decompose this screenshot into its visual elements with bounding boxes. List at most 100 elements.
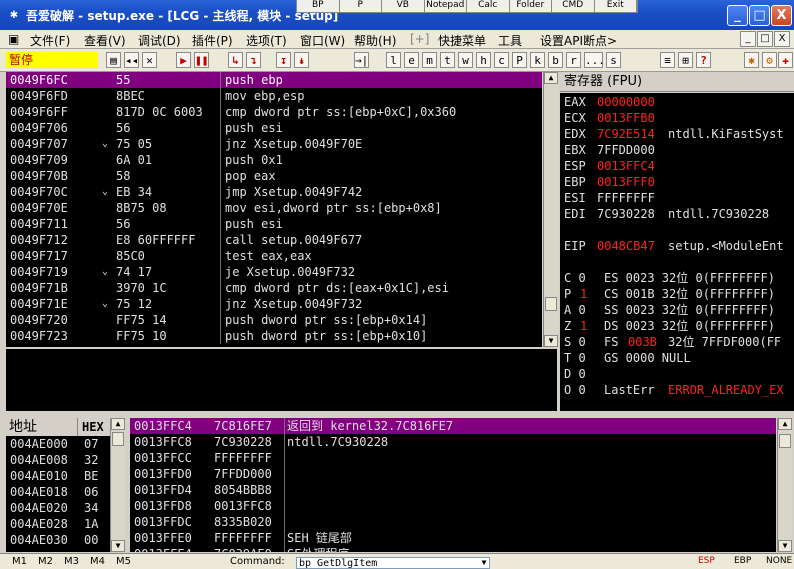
stack-row[interactable]: 0013FFD8 0013FFC8 [130,498,776,514]
quick-bp[interactable]: BP [297,0,340,12]
menu-debug[interactable]: 调试(D) [138,32,181,49]
bottom-reg-none[interactable]: NONE [766,556,792,566]
quick-exit[interactable]: Exit [595,0,637,12]
appearance-button[interactable]: ⊞ [678,52,693,68]
plugin-tool-icon[interactable]: ⚙ [762,52,777,68]
scroll-up-icon[interactable]: ▲ [544,72,558,84]
menu-window[interactable]: 窗口(W) [300,32,345,49]
help-button[interactable]: ? [696,52,711,68]
run-trace-button[interactable]: ... [584,52,605,68]
scroll-down-icon[interactable]: ▼ [778,540,792,552]
disasm-row[interactable]: 0049F70E 8B75 08 mov esi,dword ptr ss:[ebp… [6,200,542,216]
mdi-restore-button[interactable]: □ [757,31,773,47]
menu-expand[interactable]: [+] [410,32,429,46]
dump-pane[interactable]: 004AE000 07 004AE008 32 004AE010 BE 004AE018 06… [6,436,110,552]
modules-window-button[interactable]: e [404,52,419,68]
disassembly-scrollbar[interactable]: ▲ ▼ [543,72,558,347]
dump-tab-m3[interactable]: M3 [64,556,79,567]
quick-calc[interactable]: Calc [467,0,510,12]
menu-tools[interactable]: 工具 [498,32,522,49]
dump-header-hex[interactable]: HEX [80,418,112,436]
call-stack-button[interactable]: k [530,52,545,68]
pause-button[interactable]: ❚❚ [194,52,209,68]
dump-tab-m4[interactable]: M4 [90,556,105,567]
dump-tab-m1[interactable]: M1 [12,556,27,567]
stack-pane[interactable]: 0013FFC4 7C816FE7 返回到 kernel32.7C816FE7 001… [130,418,776,552]
close-button[interactable]: X [771,5,792,26]
step-over-button[interactable]: ↴ [246,52,261,68]
maximize-button[interactable]: □ [749,5,770,26]
stack-row[interactable]: 0013FFD0 7FFDD000 [130,466,776,482]
source-button[interactable]: s [606,52,621,68]
menu-file[interactable]: 文件(F) [30,32,70,49]
scroll-down-icon[interactable]: ▼ [111,540,125,552]
log-window-button[interactable]: l [386,52,401,68]
options-list-button[interactable]: ≡ [660,52,675,68]
scroll-thumb[interactable] [545,297,557,311]
command-input[interactable]: bp GetDlgItem [296,557,490,569]
disasm-row[interactable]: 0049F719 ⌄ 74 17 je Xsetup.0049F732 [6,264,542,280]
disasm-row[interactable]: 0049F6FD 8BEC mov ebp,esp [6,88,542,104]
disasm-row[interactable]: 0049F6FF 817D 0C 6003 cmp dword ptr ss:[eb… [6,104,542,120]
scroll-up-icon[interactable]: ▲ [111,418,125,430]
execute-till-return-button[interactable]: →| [354,52,369,68]
quick-cmd[interactable]: CMD [552,0,595,12]
restart-button[interactable]: ◂◂ [124,52,139,68]
plugin-star-icon[interactable]: ✱ [744,52,759,68]
disasm-row[interactable]: 0049F70B 58 pop eax [6,168,542,184]
bottom-reg-esp[interactable]: ESP [698,556,715,566]
menu-view[interactable]: 查看(V) [84,32,126,49]
windows-window-button[interactable]: w [458,52,473,68]
disasm-row[interactable]: 0049F711 56 push esi [6,216,542,232]
disasm-row[interactable]: 0049F709 6A 01 push 0x1 [6,152,542,168]
stack-scrollbar[interactable]: ▲ ▼ [777,418,792,552]
stack-row[interactable]: 0013FFC4 7C816FE7 返回到 kernel32.7C816FE7 [130,418,776,434]
dump-scrollbar[interactable]: ▲ ▼ [110,418,125,552]
quick-notepad[interactable]: Notepad [425,0,467,12]
mdi-close-button[interactable]: X [774,31,790,47]
stack-row[interactable]: 0013FFD4 8054BBB8 [130,482,776,498]
stack-row[interactable]: 0013FFE0 FFFFFFFF SEH 链尾部 [130,530,776,546]
disasm-row[interactable]: 0049F71B 3970 1C cmp dword ptr ds:[eax+0x1… [6,280,542,296]
threads-window-button[interactable]: t [440,52,455,68]
disassembly-pane[interactable]: 0049F6FC 55 push ebp 0049F6FD 8BEC mov ebp,es… [6,72,542,347]
disasm-row[interactable]: 0049F6FC 55 push ebp [6,72,542,88]
disasm-row[interactable]: 0049F707 ⌄ 75 05 jnz Xsetup.0049F70E [6,136,542,152]
dump-header-address[interactable]: 地址 [6,418,78,436]
step-into-button[interactable]: ↳ [228,52,243,68]
plugin-config-icon[interactable]: ✚ [778,52,793,68]
registers-pane[interactable]: EAX 00000000 ECX 0013FFB0 EDX 7C92E514 ntdll.K… [560,93,794,411]
dump-tab-m2[interactable]: M2 [38,556,53,567]
quick-folder[interactable]: Folder [510,0,552,12]
quick-vb[interactable]: VB [382,0,425,12]
close-program-button[interactable]: ✕ [142,52,157,68]
menu-shortcut[interactable]: 快捷菜单 [438,32,486,49]
stack-row[interactable]: 0013FFCC FFFFFFFF [130,450,776,466]
mdi-minimize-button[interactable]: _ [740,31,756,47]
disasm-row[interactable]: 0049F712 E8 60FFFFFF call setup.0049F677 [6,232,542,248]
breakpoints-button[interactable]: b [548,52,563,68]
menu-options[interactable]: 选项(T) [246,32,287,49]
scroll-thumb[interactable] [779,434,791,448]
menu-help[interactable]: 帮助(H) [354,32,396,49]
trace-into-button[interactable]: ↧ [276,52,291,68]
scroll-thumb[interactable] [112,432,124,446]
registers-header[interactable]: 寄存器 (FPU) [560,72,794,92]
disasm-row[interactable]: 0049F70C ⌄ EB 34 jmp Xsetup.0049F742 [6,184,542,200]
window-menu-icon[interactable]: ▣ [8,32,19,46]
cpu-window-button[interactable]: c [494,52,509,68]
disasm-row[interactable]: 0049F717 85C0 test eax,eax [6,248,542,264]
menu-plugins[interactable]: 插件(P) [192,32,233,49]
disasm-row[interactable]: 0049F723 FF75 10 push dword ptr ss:[ebp+0x… [6,328,542,344]
quick-p[interactable]: P [340,0,382,12]
scroll-down-icon[interactable]: ▼ [544,335,558,347]
menu-set-api-bp[interactable]: 设置API断点> [540,32,617,49]
stack-row[interactable]: 0013FFE4 7C839AE0 SE处理程序 [130,546,776,552]
chevron-down-icon[interactable]: ▼ [478,557,490,569]
disasm-row[interactable]: 0049F706 56 push esi [6,120,542,136]
disasm-row[interactable]: 0049F71E ⌄ 75 12 jnz Xsetup.0049F732 [6,296,542,312]
minimize-button[interactable]: _ [727,5,748,26]
scroll-up-icon[interactable]: ▲ [778,418,792,430]
handles-window-button[interactable]: h [476,52,491,68]
run-button[interactable]: ▶ [176,52,191,68]
